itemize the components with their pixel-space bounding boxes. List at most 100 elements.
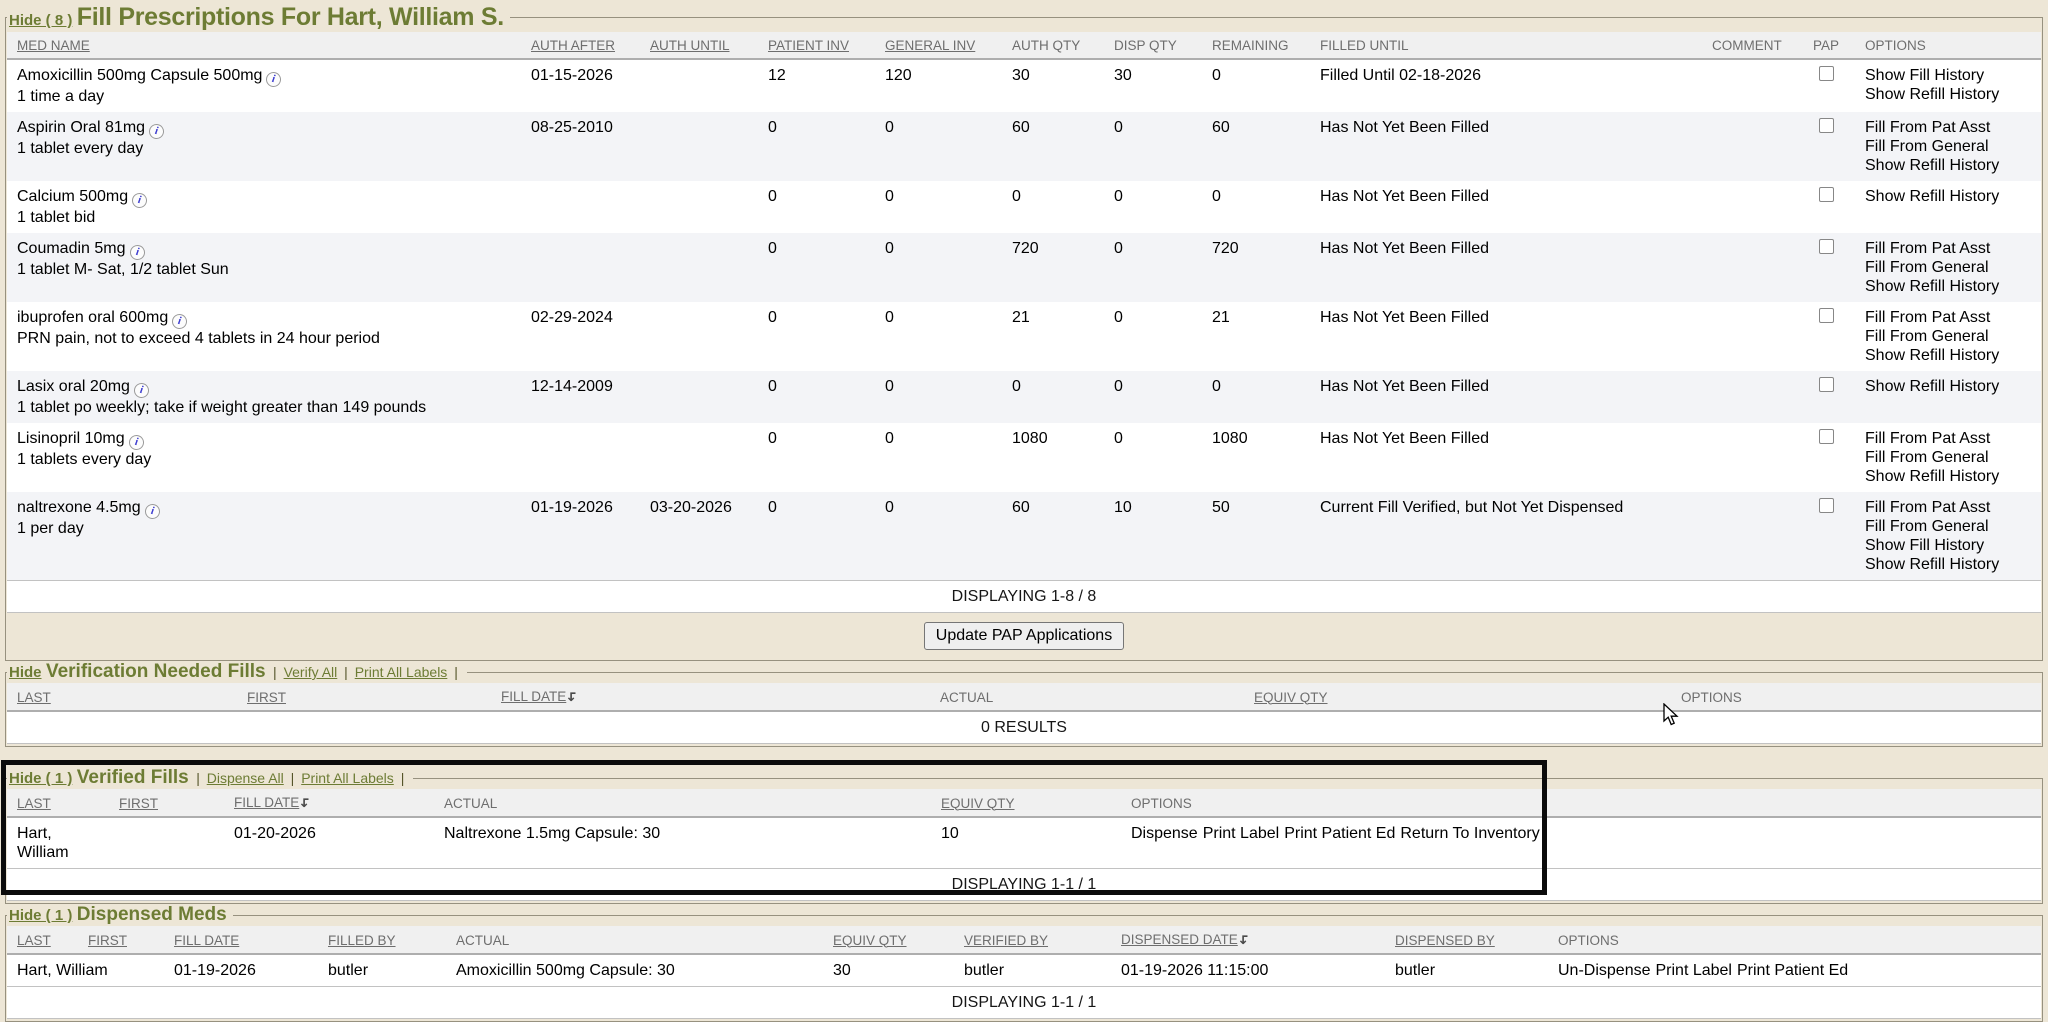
hide-verified-fills-link[interactable]: Hide ( 1 ) bbox=[9, 770, 72, 787]
section-header-fill-prescriptions: Hide ( 8 ) Fill Prescriptions For Hart, … bbox=[7, 3, 510, 32]
pagination-row: DISPLAYING 1-8 / 8 bbox=[7, 581, 2041, 613]
med-sig: PRN pain, not to exceed 4 tablets in 24 … bbox=[17, 329, 515, 348]
section-dispensed-meds: Hide ( 1 ) Dispensed Meds LAST FIRST FIL… bbox=[5, 904, 2043, 1022]
verify-all-link[interactable]: Verify All bbox=[284, 664, 338, 680]
option-fill-from-general[interactable]: Fill From General bbox=[1865, 517, 2033, 536]
col-verified-by[interactable]: VERIFIED BY bbox=[964, 933, 1048, 948]
col-patient-inv[interactable]: PATIENT INV bbox=[768, 38, 849, 53]
col-first[interactable]: FIRST bbox=[119, 796, 158, 811]
med-sig: 1 tablet every day bbox=[17, 139, 515, 158]
option-show-fill-history[interactable]: Show Fill History bbox=[1865, 66, 2033, 85]
print-patient-ed-link[interactable]: Print Patient Ed bbox=[1284, 825, 1395, 842]
print-all-labels-link[interactable]: Print All Labels bbox=[355, 664, 448, 680]
info-icon[interactable] bbox=[127, 434, 144, 451]
hide-dispensed-meds-link[interactable]: Hide ( 1 ) bbox=[9, 907, 72, 924]
general-inv-cell: 0 bbox=[877, 371, 1004, 423]
pap-checkbox[interactable] bbox=[1819, 308, 1834, 323]
col-disp-qty: DISP QTY bbox=[1114, 38, 1177, 53]
col-auth-after[interactable]: AUTH AFTER bbox=[531, 38, 615, 53]
disp-qty-cell: 30 bbox=[1106, 59, 1204, 112]
option-show-refill-history[interactable]: Show Refill History bbox=[1865, 85, 2033, 104]
print-label-link[interactable]: Print Label bbox=[1655, 962, 1732, 979]
filled-until-cell: Has Not Yet Been Filled bbox=[1312, 423, 1704, 492]
pap-checkbox[interactable] bbox=[1819, 429, 1834, 444]
option-fill-from-general[interactable]: Fill From General bbox=[1865, 448, 2033, 467]
un-dispense-link[interactable]: Un-Dispense bbox=[1558, 962, 1650, 979]
section-header-dispensed-meds: Hide ( 1 ) Dispensed Meds bbox=[7, 904, 233, 926]
general-inv-cell: 0 bbox=[877, 423, 1004, 492]
col-last[interactable]: LAST bbox=[17, 690, 51, 705]
option-show-refill-history[interactable]: Show Refill History bbox=[1865, 187, 2033, 206]
col-med-name[interactable]: MED NAME bbox=[17, 38, 90, 53]
col-last[interactable]: LAST bbox=[17, 796, 51, 811]
option-fill-from-pat-asst[interactable]: Fill From Pat Asst bbox=[1865, 308, 2033, 327]
comment-cell bbox=[1704, 371, 1805, 423]
col-auth-until[interactable]: AUTH UNTIL bbox=[650, 38, 730, 53]
option-show-refill-history[interactable]: Show Refill History bbox=[1865, 377, 2033, 396]
hide-verification-needed-link[interactable]: Hide bbox=[9, 664, 42, 681]
auth-until-cell bbox=[642, 233, 760, 302]
option-show-refill-history[interactable]: Show Refill History bbox=[1865, 277, 2033, 296]
col-dispensed-date[interactable]: DISPENSED DATE bbox=[1121, 932, 1238, 947]
comment-cell bbox=[1704, 59, 1805, 112]
info-icon[interactable] bbox=[148, 123, 165, 140]
col-fill-date[interactable]: FILL DATE bbox=[501, 689, 566, 704]
col-first[interactable]: FIRST bbox=[247, 690, 286, 705]
remaining-cell: 60 bbox=[1204, 112, 1312, 181]
pap-checkbox[interactable] bbox=[1819, 239, 1834, 254]
print-all-labels-link[interactable]: Print All Labels bbox=[301, 770, 394, 786]
info-icon[interactable] bbox=[265, 71, 282, 88]
pap-checkbox[interactable] bbox=[1819, 187, 1834, 202]
col-general-inv[interactable]: GENERAL INV bbox=[885, 38, 975, 53]
info-icon[interactable] bbox=[171, 313, 188, 330]
disp-qty-cell: 0 bbox=[1106, 302, 1204, 371]
option-fill-from-general[interactable]: Fill From General bbox=[1865, 137, 2033, 156]
info-icon[interactable] bbox=[128, 244, 145, 261]
first-name-cell bbox=[111, 817, 226, 869]
general-inv-cell: 0 bbox=[877, 233, 1004, 302]
pagination-row: DISPLAYING 1-1 / 1 bbox=[7, 987, 2041, 1019]
col-equiv-qty[interactable]: EQUIV QTY bbox=[1254, 690, 1328, 705]
col-fill-date[interactable]: FILL DATE bbox=[174, 933, 239, 948]
col-first[interactable]: FIRST bbox=[88, 933, 127, 948]
info-icon[interactable] bbox=[133, 382, 150, 399]
med-name: Calcium 500mg bbox=[17, 188, 128, 205]
col-equiv-qty[interactable]: EQUIV QTY bbox=[833, 933, 907, 948]
info-icon[interactable] bbox=[143, 503, 160, 520]
col-dispensed-by[interactable]: DISPENSED BY bbox=[1395, 933, 1495, 948]
disp-qty-cell: 0 bbox=[1106, 423, 1204, 492]
option-show-refill-history[interactable]: Show Refill History bbox=[1865, 156, 2033, 175]
section-title: Verified Fills bbox=[77, 767, 189, 788]
separator: | bbox=[454, 664, 458, 680]
pap-checkbox[interactable] bbox=[1819, 377, 1834, 392]
pap-checkbox[interactable] bbox=[1819, 118, 1834, 133]
option-fill-from-pat-asst[interactable]: Fill From Pat Asst bbox=[1865, 429, 2033, 448]
button-row: Update PAP Applications bbox=[6, 614, 2042, 659]
col-filled-by[interactable]: FILLED BY bbox=[328, 933, 396, 948]
option-fill-from-pat-asst[interactable]: Fill From Pat Asst bbox=[1865, 118, 2033, 137]
table-row: ibuprofen oral 600mg PRN pain, not to ex… bbox=[7, 302, 2041, 371]
info-icon[interactable] bbox=[131, 192, 148, 209]
print-label-link[interactable]: Print Label bbox=[1203, 825, 1280, 842]
col-options: OPTIONS bbox=[1681, 690, 1742, 705]
option-show-refill-history[interactable]: Show Refill History bbox=[1865, 467, 2033, 486]
pap-checkbox[interactable] bbox=[1819, 66, 1834, 81]
hide-fill-prescriptions-link[interactable]: Hide ( 8 ) bbox=[9, 12, 72, 29]
sort-descending-icon: ↴ bbox=[567, 689, 579, 705]
return-to-inventory-link[interactable]: Return To Inventory bbox=[1400, 825, 1539, 842]
col-last[interactable]: LAST bbox=[17, 933, 51, 948]
col-fill-date[interactable]: FILL DATE bbox=[234, 795, 299, 810]
print-patient-ed-link[interactable]: Print Patient Ed bbox=[1737, 962, 1848, 979]
col-equiv-qty[interactable]: EQUIV QTY bbox=[941, 796, 1015, 811]
option-show-refill-history[interactable]: Show Refill History bbox=[1865, 346, 2033, 365]
pap-checkbox[interactable] bbox=[1819, 498, 1834, 513]
dispense-all-link[interactable]: Dispense All bbox=[207, 770, 284, 786]
option-fill-from-general[interactable]: Fill From General bbox=[1865, 258, 2033, 277]
dispense-link[interactable]: Dispense bbox=[1131, 825, 1198, 842]
option-fill-from-pat-asst[interactable]: Fill From Pat Asst bbox=[1865, 498, 2033, 517]
update-pap-applications-button[interactable]: Update PAP Applications bbox=[924, 622, 1124, 650]
option-show-refill-history[interactable]: Show Refill History bbox=[1865, 555, 2033, 574]
option-fill-from-pat-asst[interactable]: Fill From Pat Asst bbox=[1865, 239, 2033, 258]
option-show-fill-history[interactable]: Show Fill History bbox=[1865, 536, 2033, 555]
option-fill-from-general[interactable]: Fill From General bbox=[1865, 327, 2033, 346]
